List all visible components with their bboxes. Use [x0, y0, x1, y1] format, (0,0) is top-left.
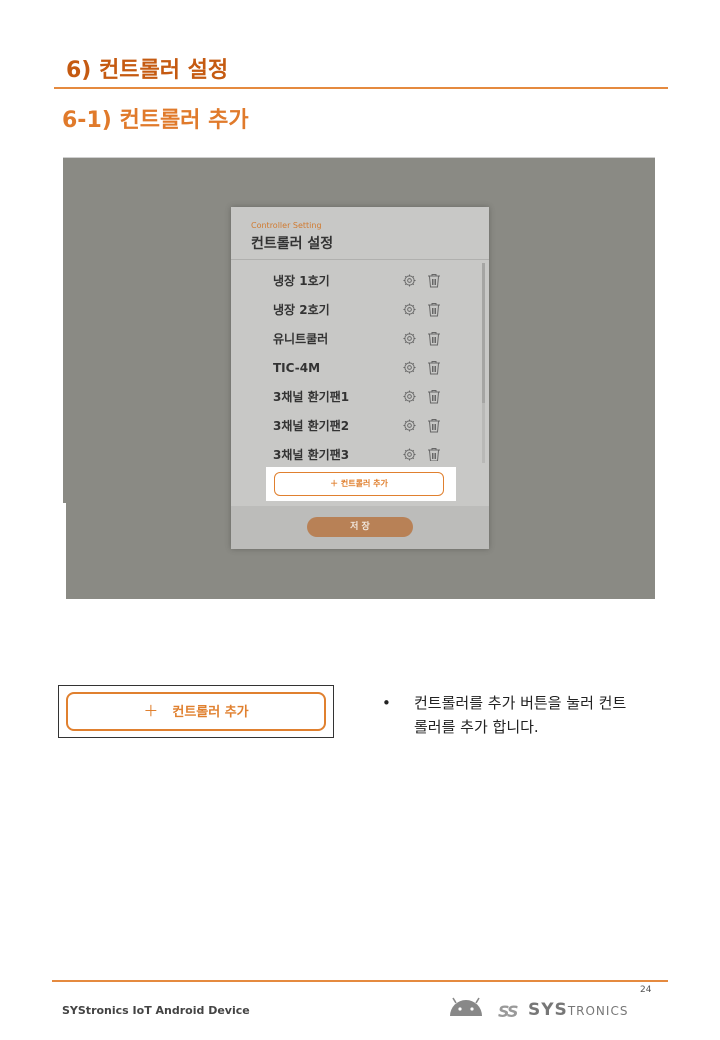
trash-icon[interactable]: [427, 331, 441, 346]
controller-name: 3채널 환기팬1: [273, 390, 350, 404]
plus-icon: ＋: [143, 702, 159, 720]
dialog-footer: 저 장: [231, 506, 489, 549]
footer-divider: [52, 980, 668, 982]
enlarged-button-label: 컨트롤러 추가: [172, 705, 249, 720]
trash-icon[interactable]: [427, 273, 441, 288]
controller-name: 유니트쿨러: [273, 332, 329, 346]
logo-text-small: TRONICS: [567, 1004, 629, 1018]
controller-setting-dialog: Controller Setting 컨트롤러 설정 냉장 1호기냉장 2호기유…: [231, 207, 489, 549]
controller-name: 냉장 1호기: [273, 274, 330, 288]
trash-icon[interactable]: [427, 389, 441, 404]
gear-icon[interactable]: [403, 361, 416, 374]
enlarged-button-frame: ＋ 컨트롤러 추가: [58, 685, 334, 738]
gear-icon[interactable]: [403, 448, 416, 461]
screenshot-top-edge: [63, 157, 655, 158]
controller-row[interactable]: 유니트쿨러: [231, 331, 489, 360]
controller-name: TIC-4M: [273, 361, 321, 375]
controller-row[interactable]: 3채널 환기팬1: [231, 389, 489, 418]
list-scroll-thumb[interactable]: [482, 263, 485, 403]
controller-row[interactable]: 냉장 2호기: [231, 302, 489, 331]
footer-company-text: SYStronics IoT Android Device: [62, 1004, 250, 1017]
controller-name: 3채널 환기팬2: [273, 419, 350, 433]
dialog-divider: [231, 259, 489, 260]
gear-icon[interactable]: [403, 419, 416, 432]
subsection-heading: 6-1) 컨트롤러 추가: [62, 108, 249, 133]
controller-name: 3채널 환기팬3: [273, 448, 350, 461]
controller-name: 냉장 2호기: [273, 303, 330, 317]
controller-row[interactable]: 냉장 1호기: [231, 273, 489, 302]
android-icon: [450, 997, 482, 1016]
screenshot-crop-mask: [63, 503, 66, 599]
trash-icon[interactable]: [427, 418, 441, 433]
gear-icon[interactable]: [403, 332, 416, 345]
add-controller-button[interactable]: ＋ 컨트롤러 추가: [274, 472, 444, 496]
systronics-logo-mark: SS: [498, 1002, 519, 1021]
description-text: 컨트롤러를 추가 버튼을 눌러 컨트롤러를 추가 합니다.: [414, 694, 627, 736]
enlarged-add-controller-button[interactable]: ＋ 컨트롤러 추가: [66, 692, 326, 731]
trash-icon[interactable]: [427, 360, 441, 375]
controller-row[interactable]: TIC-4M: [231, 360, 489, 389]
section-heading: 6) 컨트롤러 설정: [66, 58, 229, 83]
controller-row[interactable]: 3채널 환기팬2: [231, 418, 489, 447]
dialog-subtitle: Controller Setting: [251, 221, 322, 230]
trash-icon[interactable]: [427, 302, 441, 317]
gear-icon[interactable]: [403, 274, 416, 287]
save-button[interactable]: 저 장: [307, 517, 413, 537]
controller-list: 냉장 1호기냉장 2호기유니트쿨러 TIC-4M 3채널 환기팬1 3채널 환기팬2 3…: [231, 273, 489, 461]
systronics-logo-text: SYSTRONICS: [528, 1000, 628, 1020]
gear-icon[interactable]: [403, 303, 416, 316]
gear-icon[interactable]: [403, 390, 416, 403]
controller-row[interactable]: 3채널 환기팬3: [231, 447, 489, 461]
page-number: 24: [640, 985, 652, 995]
heading-divider: [54, 87, 668, 89]
trash-icon[interactable]: [427, 447, 441, 461]
dialog-title: 컨트롤러 설정: [251, 236, 334, 252]
logo-text-big: SYS: [528, 1000, 568, 1020]
app-screenshot: Controller Setting 컨트롤러 설정 냉장 1호기냉장 2호기유…: [63, 157, 655, 599]
bullet-icon: •: [382, 694, 391, 712]
